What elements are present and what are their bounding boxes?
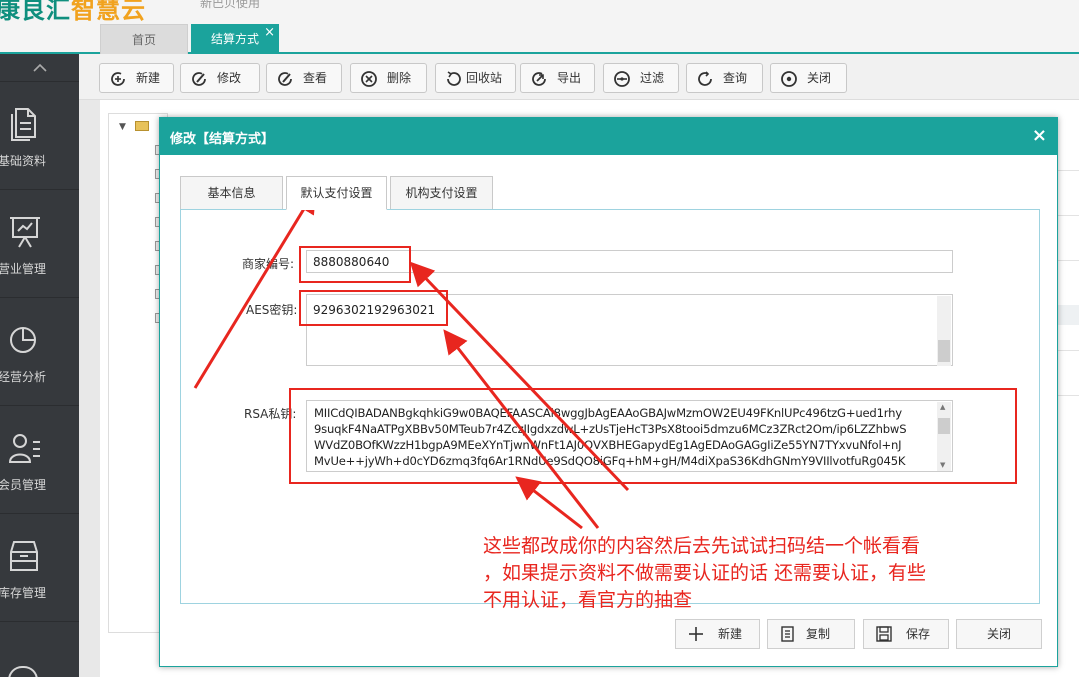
arrow-to-merchant	[409, 261, 630, 492]
arrow-to-aes	[443, 329, 600, 529]
annotation-note: 这些都改成你的内容然后去先试试扫码结一个帐看看 ，如果提示资料不做需要认证的话 …	[483, 535, 927, 611]
arrow-to-rsa	[515, 476, 583, 530]
tab-default-payment[interactable]: 默认支付设置	[286, 176, 387, 210]
arrow-to-tab	[193, 188, 317, 389]
